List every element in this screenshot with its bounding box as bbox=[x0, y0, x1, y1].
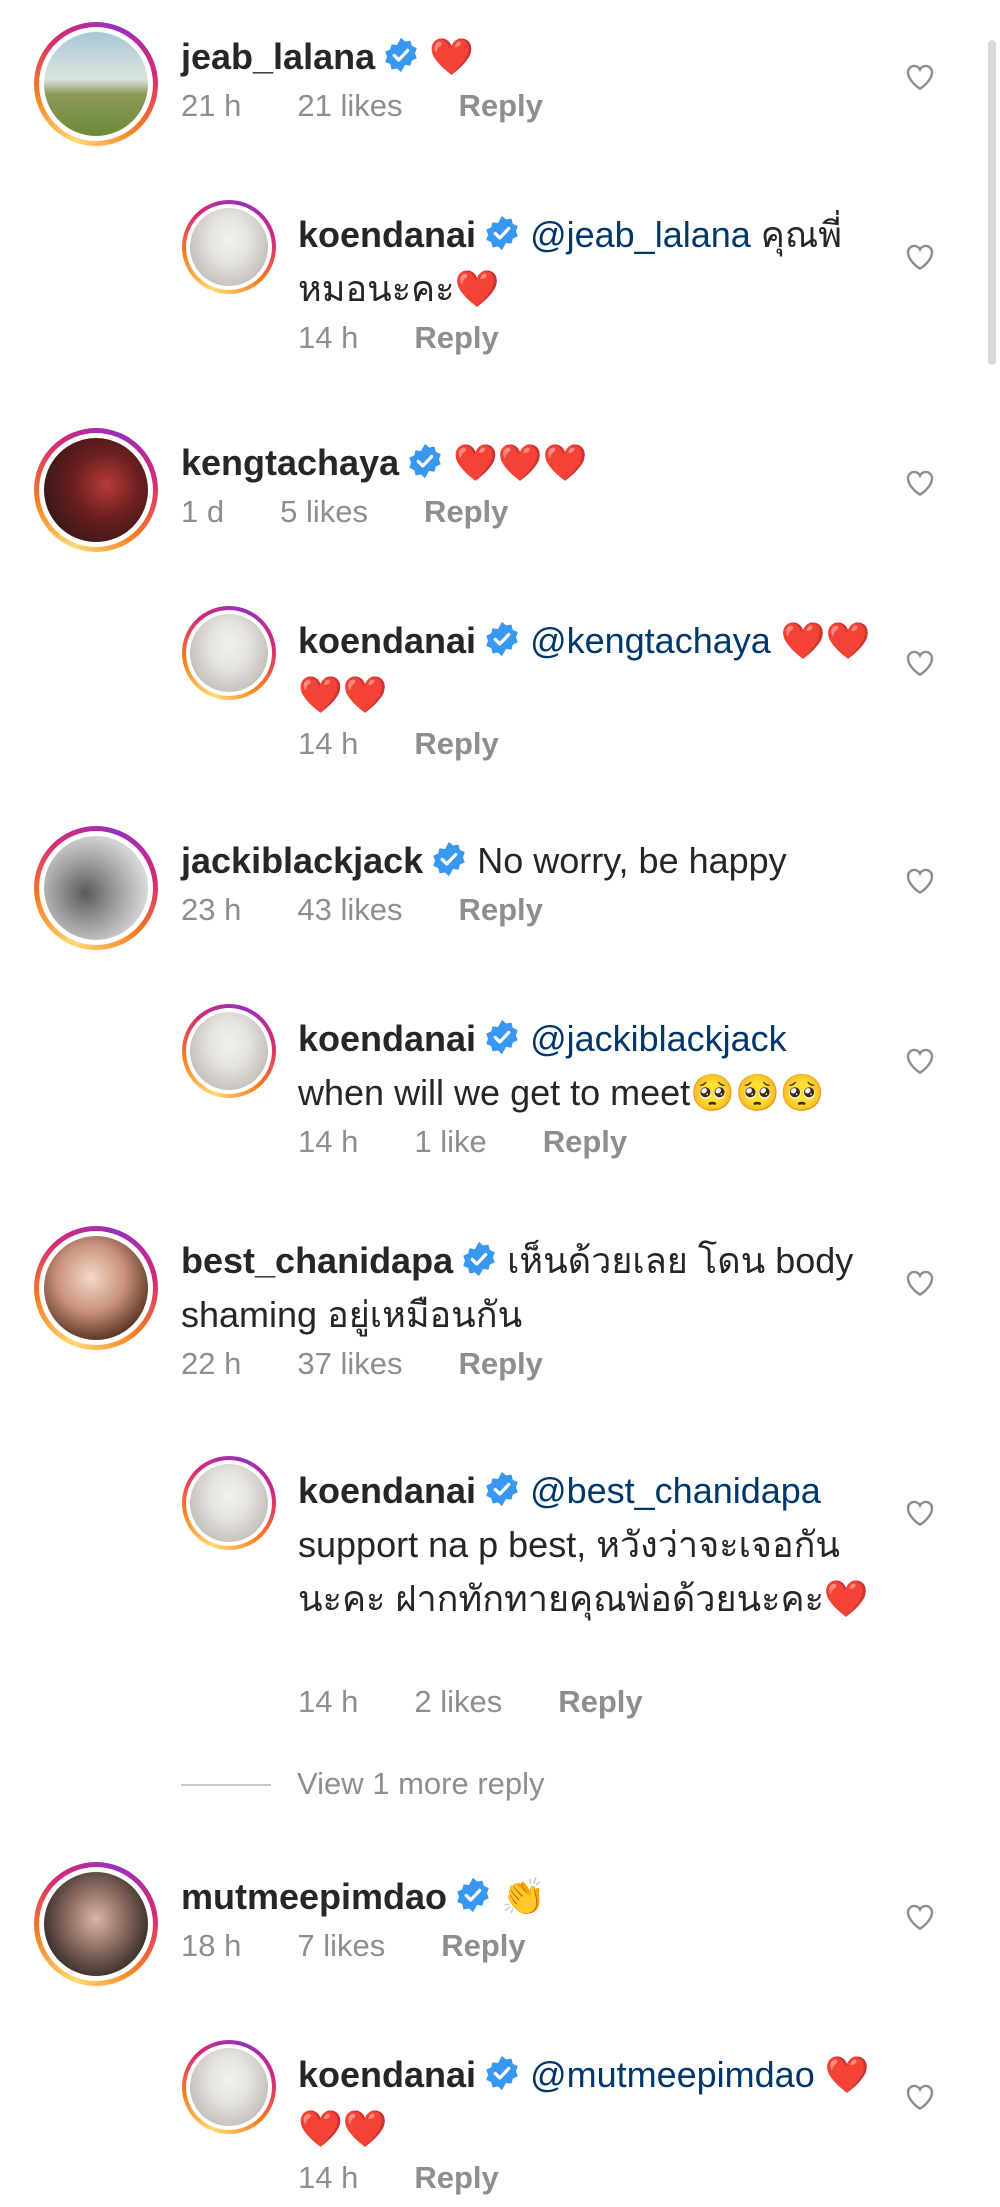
likes-count[interactable]: 1 like bbox=[414, 1124, 486, 1160]
verified-badge-icon bbox=[409, 443, 441, 479]
heart-outline-icon[interactable] bbox=[902, 644, 938, 680]
comment-text: No worry, be happy bbox=[477, 840, 787, 881]
verified-badge-icon bbox=[385, 37, 417, 73]
heart-outline-icon[interactable] bbox=[902, 1494, 938, 1530]
avatar-image bbox=[190, 1012, 268, 1090]
verified-badge-icon bbox=[486, 2055, 518, 2091]
comment-time: 23 h bbox=[181, 892, 242, 927]
avatar[interactable] bbox=[34, 1226, 158, 1350]
username[interactable]: koendanai bbox=[298, 1018, 476, 1059]
verified-badge-icon bbox=[486, 621, 518, 657]
verified-badge-icon bbox=[486, 215, 518, 251]
username[interactable]: koendanai bbox=[298, 620, 476, 661]
verified-badge-icon bbox=[463, 1241, 495, 1277]
heart-outline-icon[interactable] bbox=[902, 58, 938, 94]
avatar[interactable] bbox=[182, 2040, 276, 2134]
reply-button[interactable]: Reply bbox=[543, 1124, 627, 1160]
avatar-image bbox=[190, 208, 268, 286]
username[interactable]: koendanai bbox=[298, 1470, 476, 1511]
comment-time: 22 h bbox=[181, 1346, 242, 1381]
comment-time: 14 h bbox=[298, 2160, 359, 2195]
comment-time: 14 h bbox=[298, 1684, 359, 1719]
mention-link[interactable]: @jackiblackjack bbox=[530, 1018, 787, 1059]
comment-time: 18 h bbox=[181, 1928, 242, 1963]
reply-button[interactable]: Reply bbox=[414, 726, 498, 762]
likes-count[interactable]: 21 likes bbox=[297, 88, 402, 124]
mention-link[interactable]: @mutmeepimdao bbox=[530, 2054, 815, 2095]
avatar[interactable] bbox=[182, 606, 276, 700]
reply-button[interactable]: Reply bbox=[441, 1928, 525, 1964]
heart-outline-icon[interactable] bbox=[902, 862, 938, 898]
comment-time: 1 d bbox=[181, 494, 225, 529]
verified-badge-icon bbox=[433, 841, 465, 877]
username[interactable]: mutmeepimdao bbox=[181, 1876, 447, 1917]
verified-badge-icon bbox=[486, 1471, 518, 1507]
heart-outline-icon[interactable] bbox=[902, 2078, 938, 2114]
username[interactable]: koendanai bbox=[298, 2054, 476, 2095]
avatar[interactable] bbox=[34, 826, 158, 950]
avatar-image bbox=[190, 614, 268, 692]
likes-count[interactable]: 37 likes bbox=[297, 1346, 402, 1382]
likes-count[interactable]: 43 likes bbox=[297, 892, 402, 928]
username[interactable]: jeab_lalana bbox=[181, 36, 375, 77]
likes-count[interactable]: 2 likes bbox=[414, 1684, 502, 1720]
mention-link[interactable]: @best_chanidapa bbox=[530, 1470, 821, 1511]
username[interactable]: koendanai bbox=[298, 214, 476, 255]
comment-text: ❤️❤️❤️ bbox=[453, 442, 588, 483]
avatar-image bbox=[44, 836, 148, 940]
reply-button[interactable]: Reply bbox=[414, 2160, 498, 2196]
comment-text: support na p best, หวังว่าจะเจอกันนะคะ ฝ… bbox=[298, 1524, 869, 1619]
view-more-replies-button[interactable]: View 1 more reply bbox=[297, 1766, 545, 1802]
heart-outline-icon[interactable] bbox=[902, 1264, 938, 1300]
comment-time: 14 h bbox=[298, 726, 359, 761]
heart-outline-icon[interactable] bbox=[902, 464, 938, 500]
heart-outline-icon[interactable] bbox=[902, 1042, 938, 1078]
avatar[interactable] bbox=[34, 1862, 158, 1986]
comment-time: 14 h bbox=[298, 1124, 359, 1159]
avatar[interactable] bbox=[182, 1004, 276, 1098]
avatar-image bbox=[44, 1236, 148, 1340]
scrollbar[interactable] bbox=[988, 40, 996, 365]
avatar[interactable] bbox=[34, 428, 158, 552]
likes-count[interactable]: 7 likes bbox=[297, 1928, 385, 1964]
heart-outline-icon[interactable] bbox=[902, 238, 938, 274]
avatar[interactable] bbox=[182, 200, 276, 294]
comment-text: when will we get to meet🥺🥺🥺 bbox=[298, 1072, 825, 1113]
reply-button[interactable]: Reply bbox=[458, 1346, 542, 1382]
verified-badge-icon bbox=[457, 1877, 489, 1913]
comment-time: 14 h bbox=[298, 320, 359, 355]
heart-outline-icon[interactable] bbox=[902, 1898, 938, 1934]
avatar[interactable] bbox=[182, 1456, 276, 1550]
reply-button[interactable]: Reply bbox=[424, 494, 508, 530]
reply-button[interactable]: Reply bbox=[458, 88, 542, 124]
avatar-image bbox=[44, 438, 148, 542]
avatar-image bbox=[44, 1872, 148, 1976]
view-more-divider bbox=[181, 1784, 271, 1786]
comment-text: ❤️ bbox=[429, 36, 474, 77]
username[interactable]: kengtachaya bbox=[181, 442, 399, 483]
avatar-image bbox=[190, 2048, 268, 2126]
username[interactable]: best_chanidapa bbox=[181, 1240, 453, 1281]
mention-link[interactable]: @kengtachaya bbox=[530, 620, 771, 661]
avatar[interactable] bbox=[34, 22, 158, 146]
avatar-image bbox=[190, 1464, 268, 1542]
comment-time: 21 h bbox=[181, 88, 242, 123]
reply-button[interactable]: Reply bbox=[414, 320, 498, 356]
reply-button[interactable]: Reply bbox=[558, 1684, 642, 1720]
avatar-image bbox=[44, 32, 148, 136]
comment-text: 👏 bbox=[501, 1876, 546, 1917]
likes-count[interactable]: 5 likes bbox=[280, 494, 368, 530]
verified-badge-icon bbox=[486, 1019, 518, 1055]
reply-button[interactable]: Reply bbox=[458, 892, 542, 928]
mention-link[interactable]: @jeab_lalana bbox=[530, 214, 751, 255]
username[interactable]: jackiblackjack bbox=[181, 840, 423, 881]
